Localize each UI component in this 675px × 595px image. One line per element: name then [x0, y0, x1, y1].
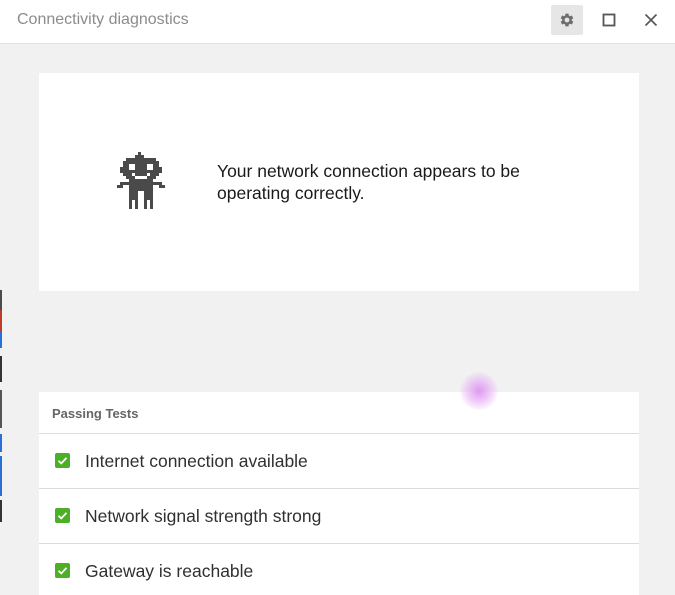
- status-card: Your network connection appears to be op…: [39, 73, 639, 291]
- test-row: Network signal strength strong: [39, 489, 639, 544]
- cursor-highlight: [460, 372, 498, 410]
- gear-icon: [560, 13, 574, 27]
- checkmark-icon: [55, 563, 70, 578]
- checkmark-icon: [55, 453, 70, 468]
- left-edge-strip: [0, 290, 2, 522]
- checkmark-icon: [55, 508, 70, 523]
- test-label: Network signal strength strong: [85, 506, 322, 526]
- diagnostics-window: Connectivity diagnostics Your network co…: [0, 0, 675, 595]
- robot-icon: [117, 152, 165, 209]
- test-label: Internet connection available: [85, 451, 308, 471]
- passing-tests-header: Passing Tests: [39, 392, 639, 434]
- close-button[interactable]: [635, 5, 667, 35]
- maximize-button[interactable]: [593, 5, 625, 35]
- test-label: Gateway is reachable: [85, 561, 254, 581]
- maximize-icon: [602, 13, 616, 27]
- passing-tests-panel: Passing Tests Internet connection availa…: [39, 392, 639, 595]
- title-bar: Connectivity diagnostics: [0, 0, 675, 44]
- settings-button[interactable]: [551, 5, 583, 35]
- close-icon: [644, 13, 658, 27]
- test-row: Internet connection available: [39, 434, 639, 489]
- status-message: Your network connection appears to be op…: [217, 161, 520, 203]
- window-title: Connectivity diagnostics: [17, 11, 189, 28]
- test-row: Gateway is reachable: [39, 544, 639, 595]
